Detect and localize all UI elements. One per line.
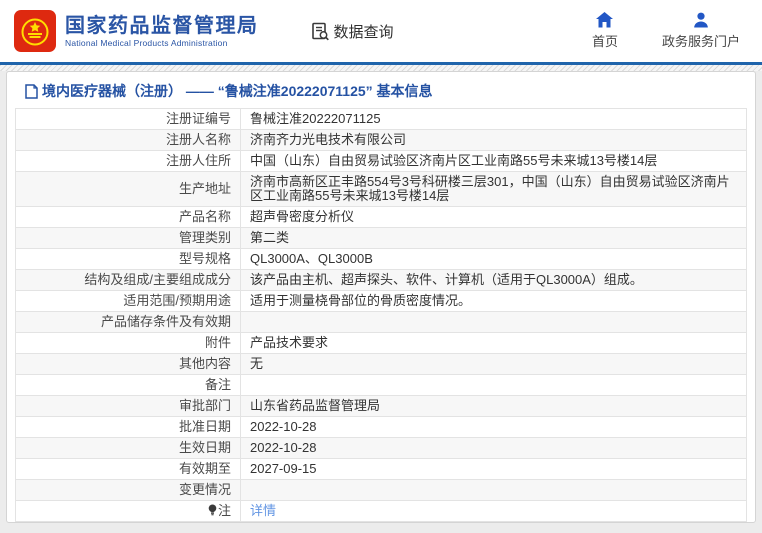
home-label: 首页 [591, 34, 618, 49]
row-value: QL3000A、QL3000B [240, 248, 747, 270]
row-label: 管理类别 [15, 227, 241, 249]
row-label: 附件 [15, 332, 241, 354]
portal-nav[interactable]: 政务服务门户 [662, 12, 740, 50]
row-value: 无 [240, 353, 747, 375]
details-link[interactable]: 详情 [250, 503, 276, 518]
row-label: 生效日期 [15, 437, 241, 459]
site-header: 国家药品监督管理局 National Medical Products Admi… [0, 0, 762, 62]
table-row: 审批部门 山东省药品监督管理局 [15, 395, 747, 417]
row-label: 产品储存条件及有效期 [15, 311, 241, 333]
table-row: 管理类别 第二类 [15, 227, 747, 249]
row-value: 超声骨密度分析仪 [240, 206, 747, 228]
row-label: 适用范围/预期用途 [15, 290, 241, 312]
row-value: 2022-10-28 [240, 437, 747, 459]
data-query-label: 数据查询 [333, 23, 394, 41]
row-value: 济南齐力光电技术有限公司 [240, 129, 747, 151]
row-value: 适用于测量桡骨部位的骨质密度情况。 [240, 290, 747, 312]
row-value [240, 374, 747, 396]
row-value [240, 311, 747, 333]
table-row: 生产地址 济南市高新区正丰路554号3号科研楼三层301，中国（山东）自由贸易试验… [15, 171, 747, 207]
user-icon [694, 12, 708, 28]
row-label: 变更情况 [15, 479, 241, 501]
row-value: 2022-10-28 [240, 416, 747, 438]
table-row: 生效日期 2022-10-28 [15, 437, 747, 459]
table-row: 其他内容无 [15, 353, 747, 375]
row-value: 中国（山东）自由贸易试验区济南片区工业南路55号未来城13号楼14层 [240, 150, 747, 172]
row-value: 山东省药品监督管理局 [240, 395, 747, 417]
row-label: 注册人名称 [15, 129, 241, 151]
row-label: 有效期至 [15, 458, 241, 480]
home-nav[interactable]: 首页 [592, 12, 618, 50]
table-row: 批准日期 2022-10-28 [15, 416, 747, 438]
row-value: 鲁械注准20222071125 [240, 108, 747, 130]
row-label: 审批部门 [15, 395, 241, 417]
table-row: 变更情况 [15, 479, 747, 501]
breadcrumb-text: 境内医疗器械（注册） —— “鲁械注准20222071125” 基本信息 [42, 83, 433, 99]
agency-title-block: 国家药品监督管理局 National Medical Products Admi… [65, 14, 259, 48]
table-row: 型号规格 QL3000A、QL3000B [15, 248, 747, 270]
row-label: 注 [15, 500, 241, 522]
row-label: 批准日期 [15, 416, 241, 438]
data-query-icon [311, 22, 329, 40]
row-value: 该产品由主机、超声探头、软件、计算机（适用于QL3000A）组成。 [240, 269, 747, 291]
nmpa-logo [14, 10, 56, 52]
table-row: 产品储存条件及有效期 [15, 311, 747, 333]
table-row: 有效期至 2027-09-15 [15, 458, 747, 480]
table-row: 注册人住所 中国（山东）自由贸易试验区济南片区工业南路55号未来城13号楼14层 [15, 150, 747, 172]
note-bulb-icon [208, 504, 217, 516]
row-value: 产品技术要求 [240, 332, 747, 354]
row-value: 济南市高新区正丰路554号3号科研楼三层301，中国（山东）自由贸易试验区济南片… [240, 171, 747, 207]
row-label: 生产地址 [15, 171, 241, 207]
table-row: 注详情 [15, 500, 747, 522]
row-label: 型号规格 [15, 248, 241, 270]
row-value: 2027-09-15 [240, 458, 747, 480]
home-icon [596, 12, 614, 28]
page-background: 境内医疗器械（注册） —— “鲁械注准20222071125” 基本信息 注册证… [0, 65, 762, 533]
row-label: 结构及组成/主要组成成分 [15, 269, 241, 291]
agency-name-cn: 国家药品监督管理局 [65, 15, 259, 37]
table-row: 结构及组成/主要组成成分 该产品由主机、超声探头、软件、计算机（适用于QL3000… [15, 269, 747, 291]
table-row: 注册证编号 鲁械注准20222071125 [15, 108, 747, 130]
agency-name-en: National Medical Products Administration [65, 38, 228, 48]
portal-label: 政务服务门户 [661, 34, 740, 49]
table-row: 备注 [15, 374, 747, 396]
row-label: 注册证编号 [15, 108, 241, 130]
breadcrumb: 境内医疗器械（注册） —— “鲁械注准20222071125” 基本信息 [15, 72, 747, 108]
row-label: 其他内容 [15, 353, 241, 375]
row-value: 详情 [240, 500, 747, 522]
row-label: 备注 [15, 374, 241, 396]
row-label: 产品名称 [15, 206, 241, 228]
row-value: 第二类 [240, 227, 747, 249]
table-row: 产品名称 超声骨密度分析仪 [15, 206, 747, 228]
content-panel: 境内医疗器械（注册） —— “鲁械注准20222071125” 基本信息 注册证… [6, 71, 756, 523]
data-query-nav[interactable]: 数据查询 [311, 21, 394, 42]
table-row: 注册人名称 济南齐力光电技术有限公司 [15, 129, 747, 151]
row-label: 注册人住所 [15, 150, 241, 172]
table-row: 适用范围/预期用途 适用于测量桡骨部位的骨质密度情况。 [15, 290, 747, 312]
row-value [240, 479, 747, 501]
document-icon [25, 83, 38, 99]
table-row: 附件 产品技术要求 [15, 332, 747, 354]
registration-info-table: 注册证编号 鲁械注准20222071125 注册人名称 济南齐力光电技术有限公司 注册人… [15, 108, 747, 522]
info-table-body: 注册证编号 鲁械注准20222071125 注册人名称 济南齐力光电技术有限公司 注册人… [15, 108, 747, 522]
